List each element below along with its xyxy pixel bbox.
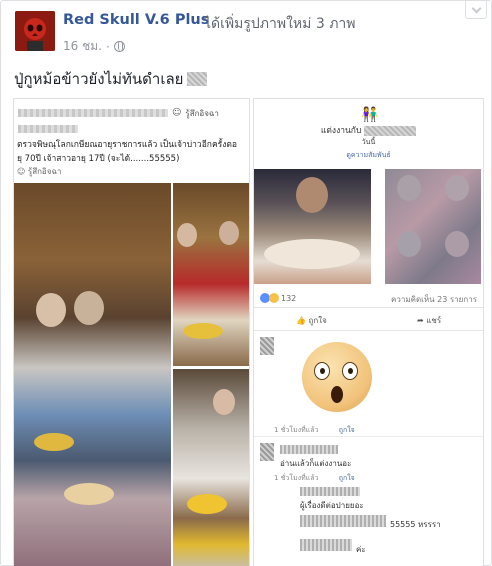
post-meta: 16 ชม. · (63, 37, 125, 56)
sticker-right-eye (342, 362, 358, 380)
globe-icon[interactable] (113, 41, 125, 52)
reaction-summary[interactable]: 132 (260, 293, 296, 303)
commenter-avatar (260, 443, 274, 461)
shared-feeling-tag: ☺ รู้สึกอิจฉา (17, 167, 62, 176)
relationship-title: แต่งงานกับ (254, 123, 483, 137)
couple-photo (254, 169, 371, 284)
shared-post-header: ☺ รู้สึกอิจฉา (18, 104, 247, 122)
share-button[interactable]: ➦ แชร์ (417, 314, 441, 327)
wedding-photo-top-right (173, 183, 249, 366)
commenter-avatar (260, 337, 274, 355)
post-time[interactable]: 16 ชม. (63, 37, 102, 56)
like-button[interactable]: 👍 ถูกใจ (296, 314, 327, 327)
comment-count[interactable]: ความคิดเห็น 23 รายการ (391, 293, 477, 306)
comment-time: 1 ชั่วโมงที่แล้ว ถูกใจ (274, 426, 355, 434)
pixelated-commenter-name (300, 515, 386, 527)
action-bar: 👍 ถูกใจ ➦ แชร์ (254, 307, 483, 331)
red-skull-avatar-image (15, 11, 55, 51)
share-arrow-icon: ➦ (417, 316, 427, 325)
post-status: ปู่กูหม้อข้าวยังไม่ทันดำเลย (14, 67, 208, 91)
feeling-emoji: ☺ (172, 108, 182, 118)
sticker-mouth (331, 386, 343, 403)
view-relationship-link[interactable]: ดูความสัมพันธ์ (254, 150, 483, 161)
photo-2[interactable]: 👫 แต่งงานกับ วันนี้ ดูความสัมพันธ์ 132 ค… (253, 98, 484, 566)
photo-grid: ☺ รู้สึกอิจฉา ตรวจพิษณุโลกเกษียณอายุราชก… (13, 98, 484, 566)
couple-icon: 👫 (361, 107, 379, 123)
author-avatar[interactable] (15, 11, 55, 51)
pixelated-meta (18, 125, 78, 133)
sticker-left-eye (314, 362, 330, 380)
pixelated-name (18, 109, 168, 117)
pixelated-partner-name (364, 125, 417, 136)
shared-text-line-2: ยุ 70ปี เจ้าสาวอายุ 17ปี (จะได้.......55… (17, 154, 180, 164)
comment-divider (254, 436, 483, 437)
comment-text: อ่านแล้วก็แต่งงานอะ (280, 459, 352, 468)
wedding-photo-large (14, 183, 171, 566)
couple-photo-grid (385, 169, 481, 284)
status-text: ปู่กูหม้อข้าวยังไม่ทันดำเลย (14, 70, 184, 88)
pixelated-commenter-name (300, 487, 360, 496)
photo-1[interactable]: ☺ รู้สึกอิจฉา ตรวจพิษณุโลกเกษียณอายุราชก… (13, 98, 250, 566)
shared-text-line-1: ตรวจพิษณุโลกเกษียณอายุราชการแล้ว เป็นเจ้… (17, 140, 237, 150)
pixelated-commenter-name (300, 539, 352, 551)
post-action-text: ได้เพิ่มรูปภาพใหม่ 3 ภาพ (204, 16, 356, 32)
separator-dot: · (105, 39, 110, 54)
comment-text: 55555 หรรรา (390, 520, 441, 529)
pixelated-commenter-name (280, 445, 338, 454)
pixelated-emoji (187, 72, 208, 86)
thumbs-up-icon: 👍 (296, 316, 309, 325)
reaction-count: 132 (281, 293, 297, 303)
relationship-date: วันนี้ (361, 138, 376, 146)
wow-reaction-icon (269, 293, 279, 303)
post-card: Red Skull V.6 Plus ได้เพิ่มรูปภาพใหม่ 3 … (0, 0, 492, 566)
author-name[interactable]: Red Skull V.6 Plus (63, 12, 209, 28)
comment-time: 1 ชั่วโมงที่แล้ว ถูกใจ (274, 474, 355, 482)
comment-text: ค่ะ (356, 545, 366, 554)
comment-text: ผู้เรื่องดีต่อปายยอะ (300, 501, 364, 510)
surprised-sticker (302, 342, 372, 412)
feeling-label: รู้สึกอิจฉา (185, 108, 219, 118)
post-options-chevron-icon[interactable] (465, 1, 487, 19)
wedding-photo-bottom-right (173, 369, 249, 566)
